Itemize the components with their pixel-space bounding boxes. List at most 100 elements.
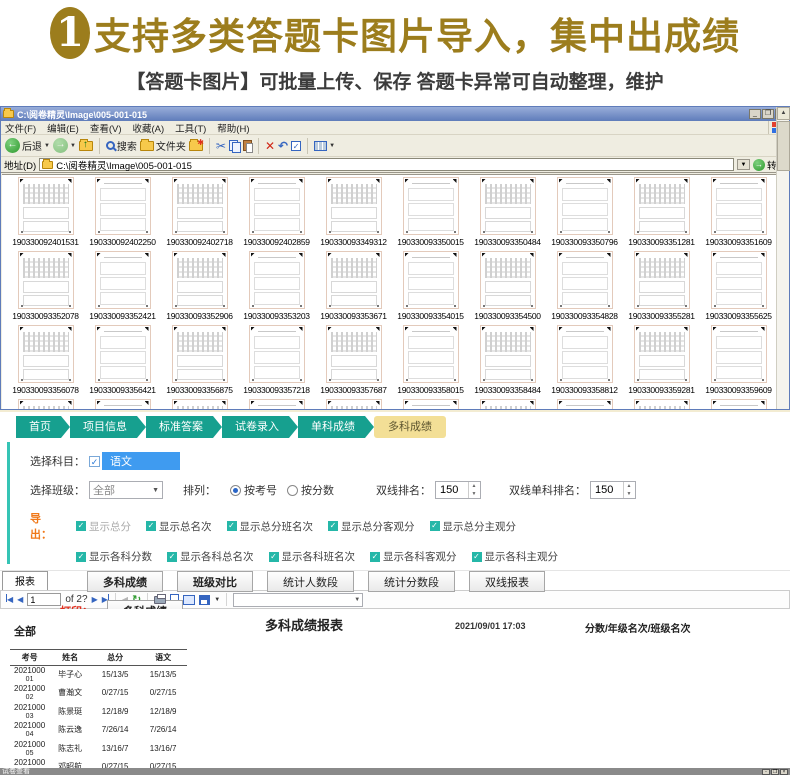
file-thumbnail[interactable]: 190330093359281 bbox=[623, 323, 700, 397]
back-button[interactable]: ← 后退▼ bbox=[5, 138, 50, 153]
menu-item[interactable]: 帮助(H) bbox=[217, 121, 249, 135]
export-save-icon[interactable] bbox=[199, 595, 210, 605]
search-button[interactable]: 搜索 bbox=[106, 138, 137, 153]
radio-按分数[interactable] bbox=[287, 485, 298, 496]
rank-input[interactable] bbox=[436, 484, 468, 496]
file-thumbnail[interactable]: 190330093350484 bbox=[469, 175, 546, 249]
file-thumbnail[interactable]: 190330093349312 bbox=[315, 175, 392, 249]
export-button-3[interactable]: 统计人数段 bbox=[267, 571, 354, 592]
file-thumbnail[interactable]: 190330093357218 bbox=[238, 323, 315, 397]
file-thumbnail[interactable] bbox=[84, 397, 161, 409]
first-page-button[interactable]: ◀ bbox=[6, 594, 13, 605]
scrollbar-thumb[interactable] bbox=[777, 121, 790, 171]
export-option[interactable]: ✓显示各科主观分 bbox=[472, 549, 559, 564]
file-thumbnail[interactable]: 190330093358484 bbox=[469, 323, 546, 397]
file-thumbnail[interactable]: 190330093356078 bbox=[7, 323, 84, 397]
class-select[interactable]: 全部▼ bbox=[89, 481, 163, 499]
menu-item[interactable]: 工具(T) bbox=[175, 121, 206, 135]
close-button[interactable]: × bbox=[780, 769, 788, 775]
file-thumbnail[interactable]: 190330093355625 bbox=[700, 249, 777, 323]
file-thumbnail[interactable] bbox=[469, 397, 546, 409]
file-thumbnail[interactable]: 190330093352906 bbox=[161, 249, 238, 323]
export-option[interactable]: ✓显示各科班名次 bbox=[269, 549, 356, 564]
undo-button[interactable]: ↶ bbox=[278, 139, 288, 153]
file-thumbnail[interactable]: 190330093352421 bbox=[84, 249, 161, 323]
back-dropdown-icon[interactable]: ▼ bbox=[44, 143, 50, 149]
views-dropdown-icon[interactable]: ▼ bbox=[329, 143, 335, 149]
export-button-2[interactable]: 班级对比 bbox=[177, 571, 253, 592]
file-thumbnail[interactable]: 190330093353203 bbox=[238, 249, 315, 323]
file-thumbnail[interactable]: 190330092401531 bbox=[7, 175, 84, 249]
file-thumbnail[interactable]: 190330093358015 bbox=[392, 323, 469, 397]
delete-button[interactable]: ✕ bbox=[265, 139, 275, 153]
file-thumbnail[interactable]: 190330093353671 bbox=[315, 249, 392, 323]
views-button[interactable]: ▼ bbox=[314, 141, 335, 151]
file-thumbnail[interactable]: 190330093350015 bbox=[392, 175, 469, 249]
file-thumbnail[interactable]: 190330093356875 bbox=[161, 323, 238, 397]
folders-button[interactable]: 文件夹 bbox=[140, 138, 186, 153]
paste-button[interactable] bbox=[243, 140, 252, 151]
export-button-5[interactable]: 双线报表 bbox=[469, 571, 545, 592]
spinner-arrows-icon[interactable]: ▲▼ bbox=[623, 482, 634, 498]
copy-button[interactable] bbox=[229, 140, 240, 151]
vertical-scrollbar[interactable]: ▲ bbox=[776, 107, 789, 409]
exam-view-titlebar[interactable]: 试卷查看 - ❐ × bbox=[0, 768, 790, 775]
file-thumbnail[interactable]: 190330093352078 bbox=[7, 249, 84, 323]
export-option[interactable]: ✓显示各科分数 bbox=[76, 549, 152, 564]
tab-标准答案[interactable]: 标准答案 bbox=[146, 416, 213, 438]
tab-单科成绩[interactable]: 单科成绩 bbox=[298, 416, 365, 438]
tab-首页[interactable]: 首页 bbox=[16, 416, 61, 438]
up-button[interactable] bbox=[79, 141, 93, 151]
file-thumbnail[interactable] bbox=[161, 397, 238, 409]
prev-page-button[interactable]: ◀ bbox=[17, 595, 23, 604]
file-thumbnail[interactable] bbox=[238, 397, 315, 409]
scroll-up-button[interactable]: ▲ bbox=[777, 107, 790, 120]
cut-button[interactable]: ✂ bbox=[216, 139, 226, 153]
export-option[interactable]: ✓显示总分主观分 bbox=[430, 519, 517, 534]
subject-checkbox[interactable]: ✓ bbox=[89, 456, 100, 467]
file-thumbnail[interactable]: 190330093357687 bbox=[315, 323, 392, 397]
export-option[interactable]: ✓显示各科客观分 bbox=[370, 549, 457, 564]
file-thumbnail[interactable]: 190330093355281 bbox=[623, 249, 700, 323]
menu-item[interactable]: 查看(V) bbox=[90, 121, 122, 135]
menu-item[interactable]: 收藏(A) bbox=[132, 121, 164, 135]
file-thumbnail[interactable]: 190330093354500 bbox=[469, 249, 546, 323]
report-tab[interactable]: 报表 bbox=[2, 571, 48, 590]
file-thumbnail[interactable]: 190330093351609 bbox=[700, 175, 777, 249]
tab-多科成绩[interactable]: 多科成绩 bbox=[374, 416, 446, 438]
folder-sync-button[interactable] bbox=[189, 141, 203, 151]
single-rank-input[interactable] bbox=[591, 484, 623, 496]
window-titlebar[interactable]: C:\阅卷精灵\Image\005-001-015 _ ❐ ✕ bbox=[1, 107, 789, 121]
file-thumbnail[interactable] bbox=[546, 397, 623, 409]
file-thumbnail[interactable]: 190330093351281 bbox=[623, 175, 700, 249]
forward-button[interactable]: → ▼ bbox=[53, 138, 76, 153]
file-thumbnail[interactable]: 190330093350796 bbox=[546, 175, 623, 249]
file-thumbnail[interactable]: 190330093354828 bbox=[546, 249, 623, 323]
checkmark-button[interactable]: ✓ bbox=[291, 141, 301, 151]
single-rank-spinner[interactable]: ▲▼ bbox=[590, 481, 636, 499]
file-thumbnail[interactable]: 190330093358812 bbox=[546, 323, 623, 397]
file-thumbnail[interactable]: 190330092402859 bbox=[238, 175, 315, 249]
export-option[interactable]: ✓显示总分 bbox=[76, 519, 131, 534]
file-thumbnail[interactable]: 190330092402250 bbox=[84, 175, 161, 249]
menu-item[interactable]: 文件(F) bbox=[5, 121, 36, 135]
forward-dropdown-icon[interactable]: ▼ bbox=[70, 143, 76, 149]
file-thumbnail[interactable] bbox=[7, 397, 84, 409]
tab-试卷录入[interactable]: 试卷录入 bbox=[222, 416, 289, 438]
file-thumbnail[interactable] bbox=[392, 397, 469, 409]
radio-按考号[interactable] bbox=[230, 485, 241, 496]
restore-button[interactable]: ❐ bbox=[762, 109, 774, 119]
menu-item[interactable]: 编辑(E) bbox=[47, 121, 79, 135]
address-input[interactable]: C:\阅卷精灵\Image\005-001-015 bbox=[39, 158, 734, 171]
restore-button[interactable]: ❐ bbox=[771, 769, 779, 775]
spinner-arrows-icon[interactable]: ▲▼ bbox=[468, 482, 479, 498]
export-button-4[interactable]: 统计分数段 bbox=[368, 571, 455, 592]
subject-selected[interactable]: 语文 bbox=[102, 452, 180, 470]
export-option[interactable]: ✓显示各科总名次 bbox=[167, 549, 254, 564]
file-thumbnail[interactable]: 190330093356421 bbox=[84, 323, 161, 397]
export-option[interactable]: ✓显示总分客观分 bbox=[328, 519, 415, 534]
file-thumbnail[interactable]: 190330093354015 bbox=[392, 249, 469, 323]
file-thumbnail[interactable] bbox=[315, 397, 392, 409]
file-thumbnail[interactable] bbox=[623, 397, 700, 409]
export-button-1[interactable]: 多科成绩 bbox=[87, 571, 163, 592]
